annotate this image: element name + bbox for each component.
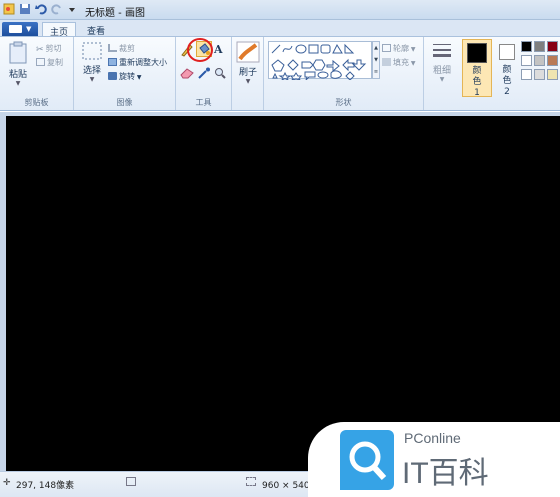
image-group-label: 图像 [116,98,133,107]
file-menu-icon [9,25,22,33]
highlight-circle [187,38,213,62]
color1-label: 颜色 1 [472,66,482,98]
magnifier-icon[interactable] [213,67,227,79]
canvas-workspace[interactable] [0,112,560,471]
chevron-down-icon: ▼ [26,25,32,33]
palette-swatch[interactable] [547,69,558,80]
watermark: PConline IT百科 [308,422,560,497]
fill-label: 填充 [393,58,409,67]
size-button[interactable]: 粗细 ▼ [428,41,456,83]
chevron-down-icon: ▼ [245,78,251,85]
palette-swatch[interactable] [521,41,532,52]
size-label: 粗细 [432,66,451,76]
chevron-down-icon: ▼ [135,74,142,81]
line-width-icon [433,44,451,57]
undo-icon[interactable] [35,3,47,15]
cut-label: 剪切 [45,44,62,53]
pconline-logo [340,430,394,490]
shapes-group-label: 形状 [335,98,352,107]
cut-button[interactable]: ✂ 剪切 [36,43,62,55]
chevron-down-icon: ▼ [15,80,21,87]
brushes-group: 刷子 ▼ [232,37,264,110]
color1-swatch [467,43,487,63]
chevron-down-icon: ▼ [439,76,445,83]
outline-icon [382,44,391,52]
chevron-down-icon: ▼ [409,60,416,67]
color2-label: 颜色 2 [502,65,512,97]
chevron-down-icon: ▼ [409,46,416,53]
color2-swatch [499,44,515,60]
fill-button[interactable]: 填充 ▼ [382,57,416,68]
size-group: 粗细 ▼ [424,37,460,110]
cursor-position-icon: ✛ [3,478,11,488]
palette-swatch[interactable] [521,55,532,66]
crop-button[interactable]: 裁剪 [108,43,135,54]
eraser-icon[interactable] [180,67,194,79]
palette-swatch[interactable] [547,55,558,66]
file-menu-button[interactable]: ▼ [2,22,38,36]
tab-home[interactable]: 主页 [42,22,77,38]
selection-rectangle-icon [82,42,102,60]
watermark-brand: PConline [404,430,461,446]
window-title: 无标题 - 画图 [85,8,145,19]
outline-button[interactable]: 轮廓 ▼ [382,43,416,54]
shapes-gallery-icons [271,43,367,82]
tools-group: A 工具 [176,37,232,110]
canvas-size-icon [246,477,256,486]
resize-button[interactable]: 重新调整大小 [108,57,167,68]
palette-swatch[interactable] [547,41,558,52]
tab-view[interactable]: 查看 [80,22,112,37]
brush-icon [236,41,260,63]
paste-button[interactable]: 粘贴 ▼ [4,41,32,87]
rotate-button[interactable]: 旋转 ▼ [108,71,142,82]
customize-toolbar-icon[interactable] [66,3,78,15]
color2-button[interactable]: 颜色 2 [495,39,519,97]
chevron-down-icon: ▼ [89,76,95,83]
image-group: 选择 ▼ 裁剪 重新调整大小 旋转 ▼ 图像 [74,37,176,110]
palette-swatch[interactable] [534,41,545,52]
copy-label: 复制 [47,58,63,67]
shapes-group: ▲ ▼ ≡ 轮廓 ▼ 填充 ▼ 形状 [264,37,424,110]
tools-group-label: 工具 [195,98,212,107]
crop-label: 裁剪 [119,44,135,53]
palette-swatch[interactable] [521,69,532,80]
colors-group: 颜色 1 颜色 2 [460,37,560,110]
crop-icon [108,44,117,52]
color-picker-icon[interactable] [197,67,211,79]
drawing-canvas[interactable] [6,116,560,471]
select-button[interactable]: 选择 ▼ [78,41,106,83]
brushes-label: 刷子 [238,68,257,78]
clipboard-group: 粘贴 ▼ ✂ 剪切 复制 剪贴板 [0,37,74,110]
watermark-text: IT百科 [402,457,489,490]
copy-button[interactable]: 复制 [36,57,63,68]
title-bar: 无标题 - 画图 [0,0,560,20]
palette-swatch[interactable] [534,69,545,80]
color1-button[interactable]: 颜色 1 [462,39,492,98]
redo-icon[interactable] [51,3,63,15]
selection-size-icon [126,477,136,486]
clipboard-group-label: 剪贴板 [24,98,49,107]
resize-label: 重新调整大小 [119,58,167,67]
copy-icon [36,58,45,66]
magnifier-logo-icon [349,441,387,481]
select-label: 选择 [82,66,101,76]
text-tool-icon[interactable]: A [214,43,223,56]
ribbon-tab-bar: ▼ 主页 查看 [0,20,560,38]
paint-app-icon [3,3,15,15]
cursor-position: 297, 148像素 [16,481,75,491]
fill-bucket-icon [382,58,391,66]
resize-icon [108,58,117,66]
shapes-scroll[interactable]: ▲ ▼ ≡ [372,41,380,79]
scissors-icon: ✂ [36,45,44,55]
outline-label: 轮廓 [393,44,409,53]
shapes-gallery[interactable] [268,41,372,82]
save-icon[interactable] [19,3,31,15]
rotate-icon [108,72,117,80]
clipboard-icon [9,41,27,64]
rotate-label: 旋转 [119,72,135,81]
ribbon: 粘贴 ▼ ✂剪切 复制 剪贴板 选择 ▼ 裁剪 重新调整大小 旋转 ▼ 图像 [0,36,560,111]
palette-swatch[interactable] [534,55,545,66]
paste-label: 粘贴 [8,70,27,80]
brushes-button[interactable]: 刷子 ▼ [234,41,262,85]
